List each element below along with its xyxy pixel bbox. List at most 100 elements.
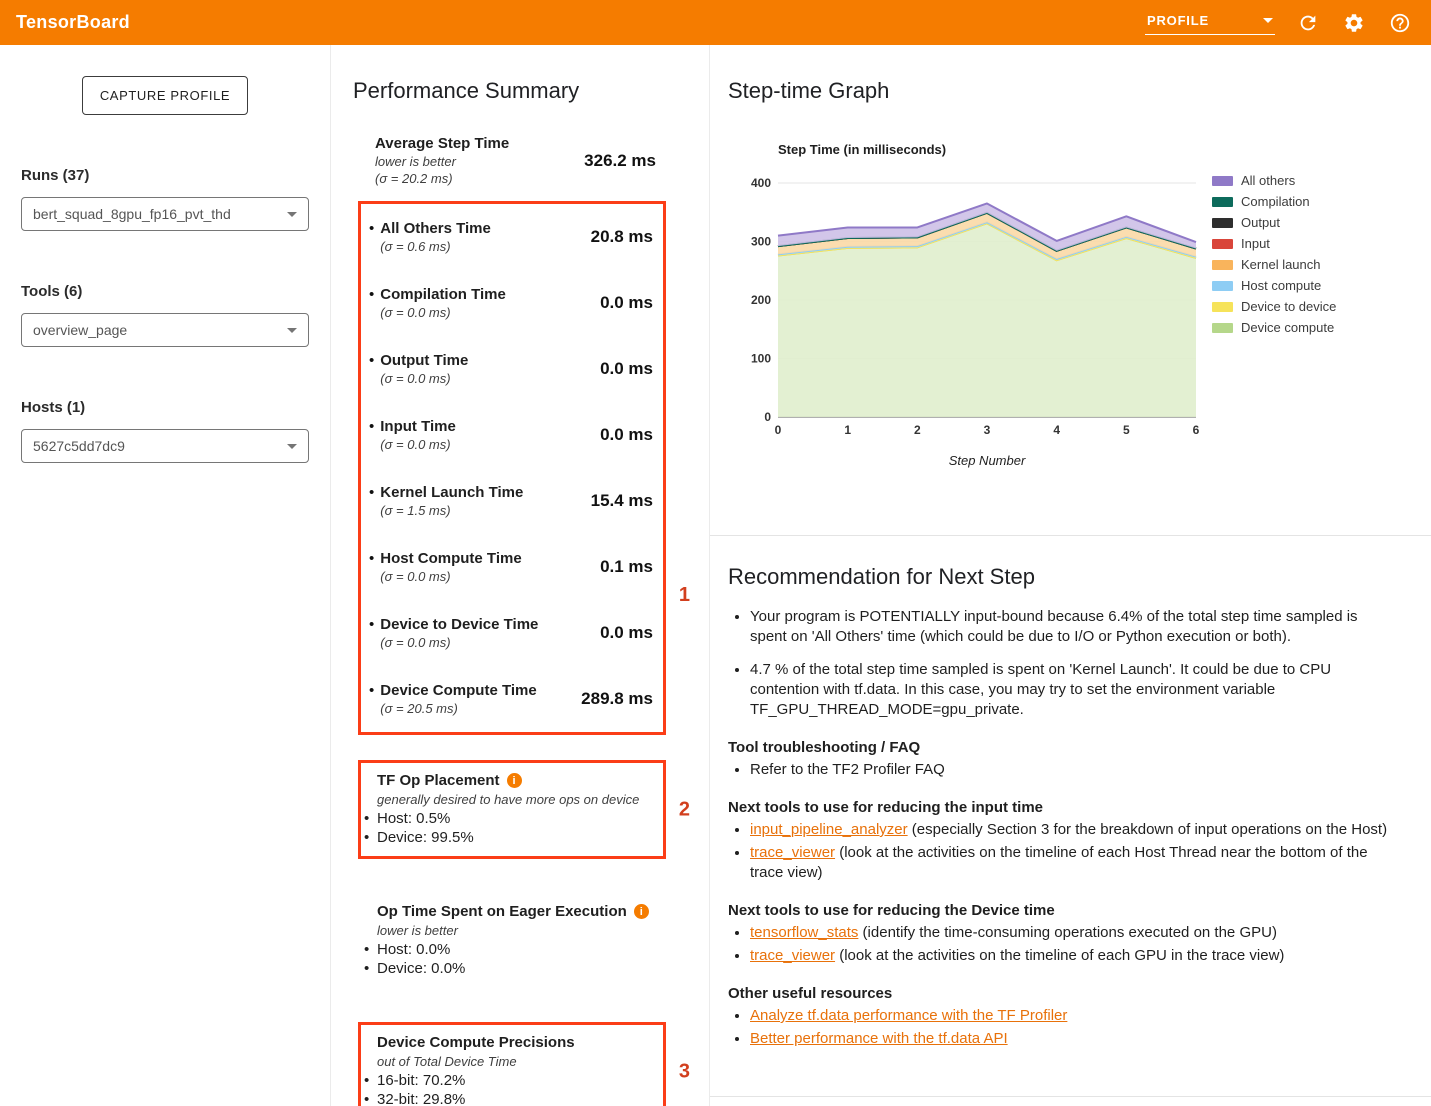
svg-text:0: 0 — [775, 423, 782, 437]
svg-text:4: 4 — [1053, 423, 1060, 437]
legend-label: Host compute — [1241, 278, 1321, 293]
metric-value: 289.8 ms — [581, 689, 653, 709]
right-column: Step-time Graph Step Time (in millisecon… — [710, 45, 1431, 1106]
recommendation-bullets: Your program is POTENTIALLY input-bound … — [728, 607, 1396, 720]
gear-icon — [1343, 12, 1365, 34]
device-tools-heading: Next tools to use for reducing the Devic… — [728, 902, 1431, 919]
tfdata-performance-link[interactable]: Analyze tf.data performance with the TF … — [750, 1007, 1067, 1024]
step-time-chart: Step Time (in milliseconds) 010020030040… — [734, 142, 1431, 479]
metric-row: Kernel Launch Time (σ = 1.5 ms) 15.4 ms — [361, 468, 663, 534]
device-compute-precisions-box: Device Compute Precisions out of Total D… — [358, 1022, 666, 1106]
metric-sigma: (σ = 0.0 ms) — [380, 634, 538, 651]
average-step-time: Average Step Time lower is better (σ = 2… — [358, 134, 666, 187]
tfdata-api-link[interactable]: Better performance with the tf.data API — [750, 1030, 1008, 1047]
info-icon[interactable] — [634, 904, 649, 919]
info-icon[interactable] — [507, 773, 522, 788]
metric-value: 0.0 ms — [600, 623, 653, 643]
legend-swatch — [1212, 260, 1233, 270]
metric-label: Input Time — [380, 417, 456, 436]
link-description: (identify the time-consuming operations … — [858, 924, 1277, 941]
list-item: tensorflow_stats (identify the time-cons… — [750, 923, 1400, 943]
metric-label: Kernel Launch Time — [380, 483, 523, 502]
runs-group: Runs (37) bert_squad_8gpu_fp16_pvt_thd — [21, 167, 309, 231]
chevron-down-icon — [287, 212, 297, 217]
help-button[interactable] — [1387, 10, 1413, 36]
hosts-select[interactable]: 5627c5dd7dc9 — [21, 429, 309, 463]
tools-select[interactable]: overview_page — [21, 313, 309, 347]
step-time-chart-canvas: 01002003004000123456Step Number — [734, 169, 1204, 479]
recommendation-section: Recommendation for Next Step Your progra… — [710, 535, 1431, 1097]
help-icon — [1389, 12, 1411, 34]
input-tools-list: input_pipeline_analyzer (especially Sect… — [728, 820, 1400, 883]
legend-label: Input — [1241, 236, 1270, 251]
metric-value: 0.1 ms — [600, 557, 653, 577]
legend-swatch — [1212, 281, 1233, 291]
metric-label: All Others Time — [380, 219, 491, 238]
svg-text:200: 200 — [751, 293, 771, 307]
metric-row: All Others Time (σ = 0.6 ms) 20.8 ms — [361, 204, 663, 270]
faq-heading: Tool troubleshooting / FAQ — [728, 739, 1431, 756]
metric-label: Host Compute Time — [380, 549, 521, 568]
metric-label: Device Compute Time — [380, 681, 536, 700]
metric-value: 0.0 ms — [600, 359, 653, 379]
svg-text:1: 1 — [844, 423, 851, 437]
chevron-down-icon — [287, 444, 297, 449]
tools-select-value: overview_page — [33, 322, 127, 338]
metric-sigma: (σ = 0.0 ms) — [380, 568, 521, 585]
metric-sigma: (σ = 20.2 ms) — [375, 170, 509, 187]
metric-row: Device Compute Time (σ = 20.5 ms) 289.8 … — [361, 666, 663, 732]
legend-swatch — [1212, 176, 1233, 186]
chart-title: Step Time (in milliseconds) — [778, 142, 1431, 157]
legend-item: Output — [1212, 213, 1336, 232]
legend-swatch — [1212, 323, 1233, 333]
legend-label: Kernel launch — [1241, 257, 1321, 272]
list-item: trace_viewer (look at the activities on … — [750, 843, 1400, 883]
input-pipeline-analyzer-link[interactable]: input_pipeline_analyzer — [750, 821, 908, 838]
link-description: (especially Section 3 for the breakdown … — [908, 821, 1387, 838]
legend-item: Host compute — [1212, 276, 1336, 295]
average-step-time-text: Average Step Time lower is better (σ = 2… — [375, 134, 509, 187]
chevron-down-icon — [1263, 18, 1273, 23]
main-content: CAPTURE PROFILE Runs (37) bert_squad_8gp… — [0, 45, 1431, 1106]
resources-heading: Other useful resources — [728, 985, 1431, 1002]
svg-text:300: 300 — [751, 235, 771, 249]
runs-select[interactable]: bert_squad_8gpu_fp16_pvt_thd — [21, 197, 309, 231]
chevron-down-icon — [287, 328, 297, 333]
list-item: Analyze tf.data performance with the TF … — [750, 1006, 1400, 1026]
eager-host-item: Host: 0.0% — [377, 940, 656, 959]
chart-legend: All others Compilation Output Input Kernel l… — [1212, 169, 1336, 339]
dashboard-selector[interactable]: PROFILE — [1145, 10, 1275, 35]
tools-group: Tools (6) overview_page — [21, 283, 309, 347]
capture-profile-button[interactable]: CAPTURE PROFILE — [82, 76, 248, 115]
tensorflow-stats-link[interactable]: tensorflow_stats — [750, 924, 858, 941]
resources-list: Analyze tf.data performance with the TF … — [728, 1006, 1400, 1049]
legend-item: Compilation — [1212, 192, 1336, 211]
metric-value: 0.0 ms — [600, 293, 653, 313]
svg-text:6: 6 — [1193, 423, 1200, 437]
metric-label: Output Time — [380, 351, 468, 370]
legend-label: All others — [1241, 173, 1295, 188]
svg-text:5: 5 — [1123, 423, 1130, 437]
settings-button[interactable] — [1341, 10, 1367, 36]
app-title: TensorBoard — [16, 12, 130, 33]
bullet-icon — [369, 417, 374, 453]
metric-label: Device to Device Time — [380, 615, 538, 634]
bullet-icon — [369, 285, 374, 321]
trace-viewer-link[interactable]: trace_viewer — [750, 947, 835, 964]
step-time-graph-section: Step-time Graph Step Time (in millisecon… — [710, 45, 1431, 535]
faq-list: Refer to the TF2 Profiler FAQ — [728, 760, 1400, 780]
performance-summary-title: Performance Summary — [353, 78, 709, 104]
metric-row: Input Time (σ = 0.0 ms) 0.0 ms — [361, 402, 663, 468]
sidebar: CAPTURE PROFILE Runs (37) bert_squad_8gp… — [0, 45, 331, 1106]
metric-row: Host Compute Time (σ = 0.0 ms) 0.1 ms — [361, 534, 663, 600]
reload-button[interactable] — [1295, 10, 1321, 36]
step-time-graph-title: Step-time Graph — [728, 78, 1431, 104]
tf-op-device-item: Device: 99.5% — [377, 828, 653, 847]
link-description: (look at the activities on the timeline … — [835, 947, 1284, 964]
list-item: input_pipeline_analyzer (especially Sect… — [750, 820, 1400, 840]
trace-viewer-link[interactable]: trace_viewer — [750, 844, 835, 861]
recommendation-bullet: 4.7 % of the total step time sampled is … — [750, 660, 1396, 720]
step-time-breakdown-box: All Others Time (σ = 0.6 ms) 20.8 ms Com… — [358, 201, 666, 735]
performance-summary-section: Performance Summary Average Step Time lo… — [331, 45, 710, 1106]
app-header: TensorBoard PROFILE — [0, 0, 1431, 45]
